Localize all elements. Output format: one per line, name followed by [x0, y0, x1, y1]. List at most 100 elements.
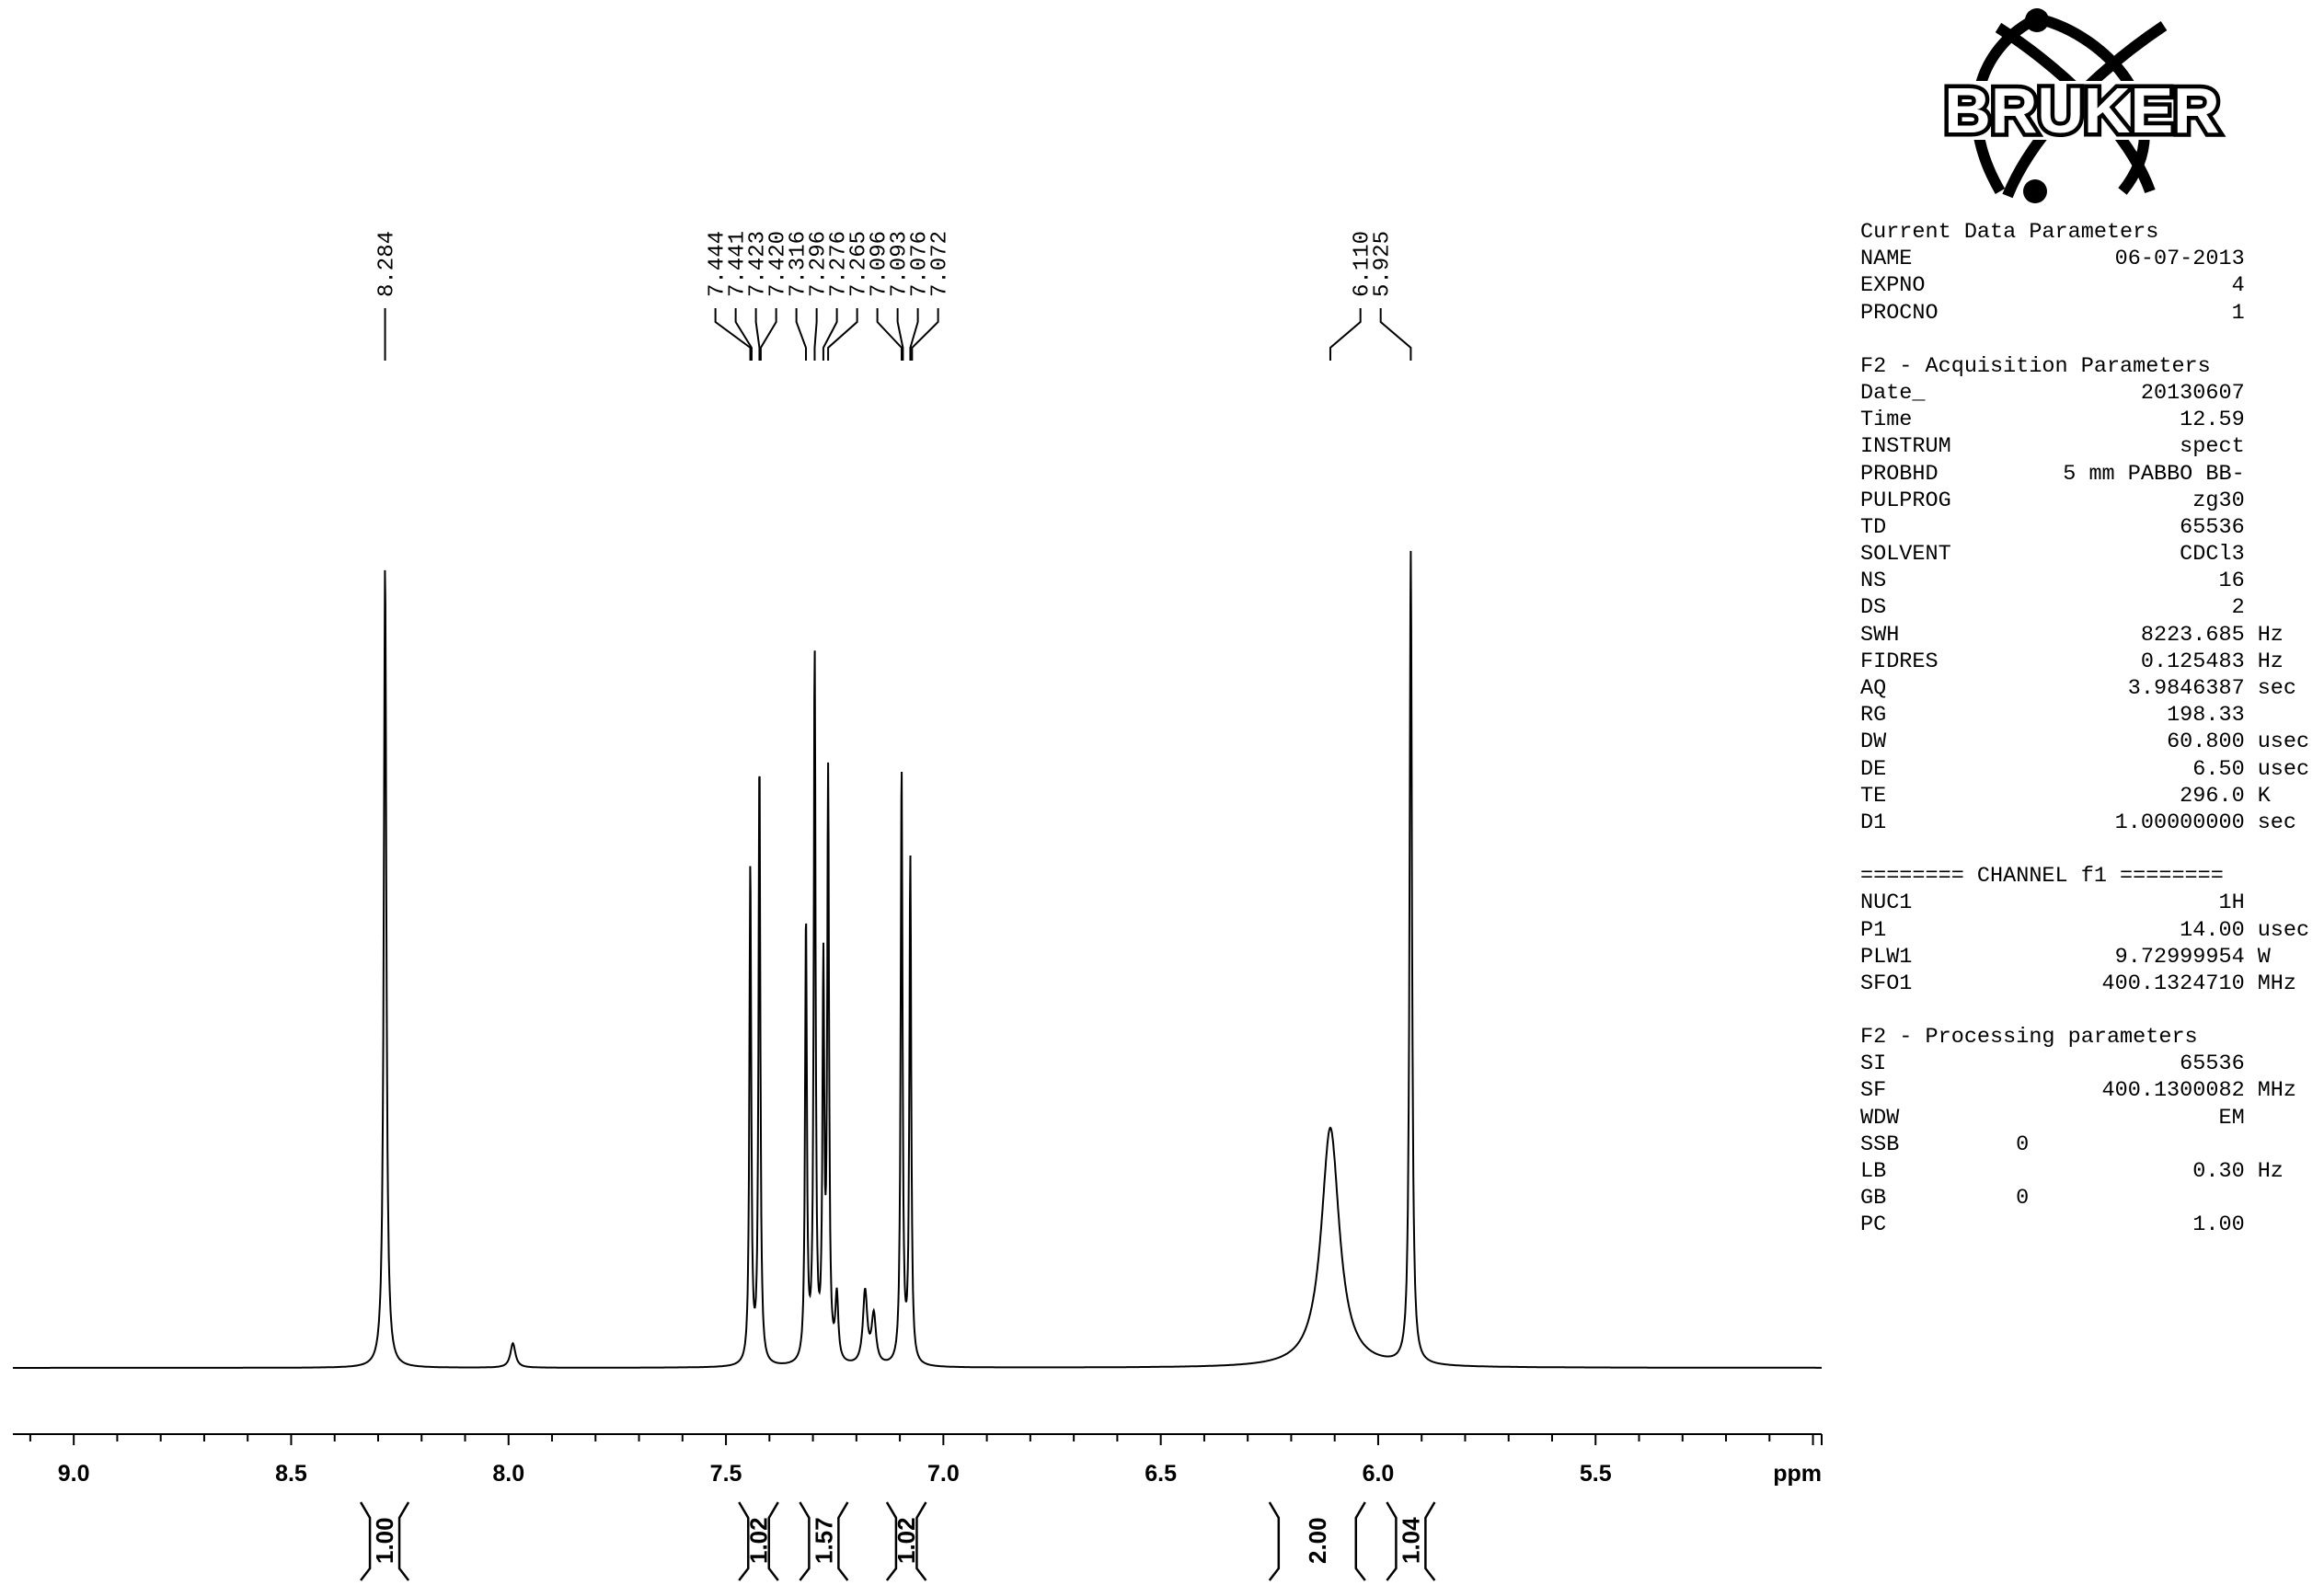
- integral-bracket-right: [1354, 1501, 1366, 1581]
- parameter-value: 14.00: [2180, 917, 2245, 943]
- acquisition-parameters-panel: Current Data Parameters NAME 06-07-2013 EXP…: [1860, 219, 2320, 1266]
- parameter-unit: Hz: [2257, 1159, 2284, 1184]
- x-tick-label: 9.0: [58, 1461, 90, 1487]
- parameter-row: DW 60.800 usec: [1860, 729, 2320, 755]
- parameter-value: 16: [2218, 569, 2245, 594]
- x-axis-unit-label: ppm: [1773, 1461, 1822, 1487]
- parameter-row: FIDRES 0.125483 Hz: [1860, 649, 2320, 675]
- parameter-name: SSB: [1860, 1131, 1900, 1157]
- parameter-unit: usec: [2257, 729, 2310, 755]
- parameter-value: 4: [2231, 273, 2245, 299]
- parameter-name: PROBHD: [1860, 461, 1939, 487]
- peak-label-connector: [734, 308, 753, 361]
- parameter-name: PULPROG: [1860, 488, 1951, 513]
- parameter-section-header: F2 - Processing parameters: [1860, 1025, 2198, 1051]
- parameter-value: 20130607: [2140, 380, 2245, 406]
- parameter-section: F2 - Acquisition Parameters Date_ 20130607…: [1860, 353, 2320, 836]
- parameter-unit: [2245, 514, 2320, 541]
- parameter-value: 06-07-2013: [2114, 247, 2245, 272]
- parameter-name: NAME: [1860, 247, 1913, 272]
- parameter-row: SF 400.1300082 MHz: [1860, 1077, 2320, 1104]
- parameter-name: SFO1: [1860, 971, 1913, 996]
- parameter-value: 1.00: [2192, 1212, 2245, 1238]
- peak-label-connector: [1329, 308, 1362, 361]
- parameter-value: 12.59: [2180, 408, 2245, 433]
- parameter-row: RG 198.33: [1860, 702, 2320, 729]
- parameter-unit: [2245, 407, 2320, 433]
- parameter-value: 60.800: [2167, 729, 2245, 755]
- parameter-row: D1 1.00000000 sec: [1860, 810, 2320, 836]
- parameter-value: 1: [2231, 300, 2245, 326]
- logo-text: BRUKER: [1944, 75, 2219, 146]
- parameter-name: D1: [1860, 810, 1887, 835]
- parameter-name: SI: [1860, 1051, 1887, 1077]
- parameter-name: DE: [1860, 756, 1887, 782]
- parameter-name: INSTRUM: [1860, 434, 1951, 460]
- parameter-row: SWH 8223.685 Hz: [1860, 622, 2320, 649]
- parameter-row: TE 296.0 K: [1860, 783, 2320, 810]
- parameter-unit: [2245, 461, 2320, 488]
- parameter-name: AQ: [1860, 676, 1887, 701]
- parameter-unit: K: [2257, 783, 2271, 809]
- parameter-unit: [2245, 433, 2320, 460]
- parameter-value: 65536: [2180, 514, 2245, 540]
- parameter-value: spect: [2180, 434, 2245, 460]
- parameter-unit: [2245, 890, 2320, 916]
- parameter-unit: sec: [2257, 810, 2296, 835]
- parameter-section-header: ======== CHANNEL f1 ========: [1860, 864, 2224, 890]
- parameter-unit: W: [2257, 944, 2271, 970]
- integral-bracket-left: [799, 1501, 811, 1581]
- parameter-value: 8223.685: [2140, 622, 2245, 648]
- parameter-value: 296.0: [2180, 783, 2245, 809]
- parameter-row: TD 65536: [1860, 514, 2320, 541]
- parameter-row: NAME 06-07-2013: [1860, 246, 2320, 272]
- parameter-name: DS: [1860, 595, 1887, 621]
- peak-label-connector: [813, 308, 818, 361]
- integral-value: 1.57: [810, 1517, 837, 1564]
- parameter-name: SWH: [1860, 622, 1900, 648]
- peak-labels: 8.284 7.4447.4417.4237.4207.3167.2967.276…: [375, 231, 1412, 361]
- parameter-value: 1H: [2218, 890, 2245, 916]
- parameter-unit: [2245, 1105, 2320, 1131]
- parameter-row: SSB 0: [1860, 1131, 2320, 1158]
- peak-label-connector: [795, 308, 808, 361]
- parameter-row: PROBHD 5 mm PABBO BB-: [1860, 461, 2320, 488]
- x-tick-label: 5.5: [1580, 1461, 1612, 1487]
- integral-value: 1.04: [1397, 1517, 1424, 1564]
- parameter-unit: usec: [2257, 756, 2310, 782]
- parameter-row: PROCNO 1: [1860, 300, 2320, 327]
- parameter-value: 0.125483: [2140, 649, 2245, 674]
- parameter-unit: [2245, 541, 2320, 568]
- parameter-section: Current Data Parameters NAME 06-07-2013 EXP…: [1860, 219, 2320, 327]
- integral-value: 1.02: [745, 1517, 773, 1564]
- parameter-unit: [2245, 1212, 2320, 1238]
- logo-dot-bottom: [2023, 179, 2047, 203]
- parameter-value: 400.1300082: [2101, 1078, 2245, 1104]
- integral-value: 1.02: [892, 1517, 920, 1564]
- parameter-value: 198.33: [2167, 703, 2245, 729]
- peak-label-connector: [759, 308, 777, 361]
- peak-label-connector: [822, 308, 838, 361]
- parameter-name: RG: [1860, 703, 1887, 729]
- peak-label: 7.072: [928, 231, 953, 297]
- parameter-row: EXPNO 4: [1860, 272, 2320, 299]
- integral-bracket-right: [837, 1501, 849, 1581]
- parameter-value: EM: [2218, 1105, 2245, 1131]
- parameter-row: PULPROG zg30: [1860, 488, 2320, 514]
- peak-label-connector: [1379, 308, 1412, 361]
- parameter-unit: MHz: [2257, 1078, 2296, 1104]
- parameter-row: WDW EM: [1860, 1105, 2320, 1131]
- x-tick-label: 8.5: [275, 1461, 307, 1487]
- spectrum-trace-group: [13, 550, 1822, 1369]
- parameter-value: 9.72999954: [2114, 944, 2245, 970]
- parameter-unit: [2245, 488, 2320, 514]
- peak-label-connector: [896, 308, 904, 361]
- parameter-name: PLW1: [1860, 944, 1913, 970]
- integral-bracket-left: [1386, 1501, 1398, 1581]
- parameter-unit: Hz: [2257, 622, 2284, 648]
- parameter-row: DS 2: [1860, 594, 2320, 621]
- parameter-row: Date_ 20130607: [1860, 380, 2320, 407]
- parameter-row: SI 65536: [1860, 1051, 2320, 1077]
- parameter-unit: [2245, 1185, 2320, 1212]
- x-tick-label: 7.0: [927, 1461, 960, 1487]
